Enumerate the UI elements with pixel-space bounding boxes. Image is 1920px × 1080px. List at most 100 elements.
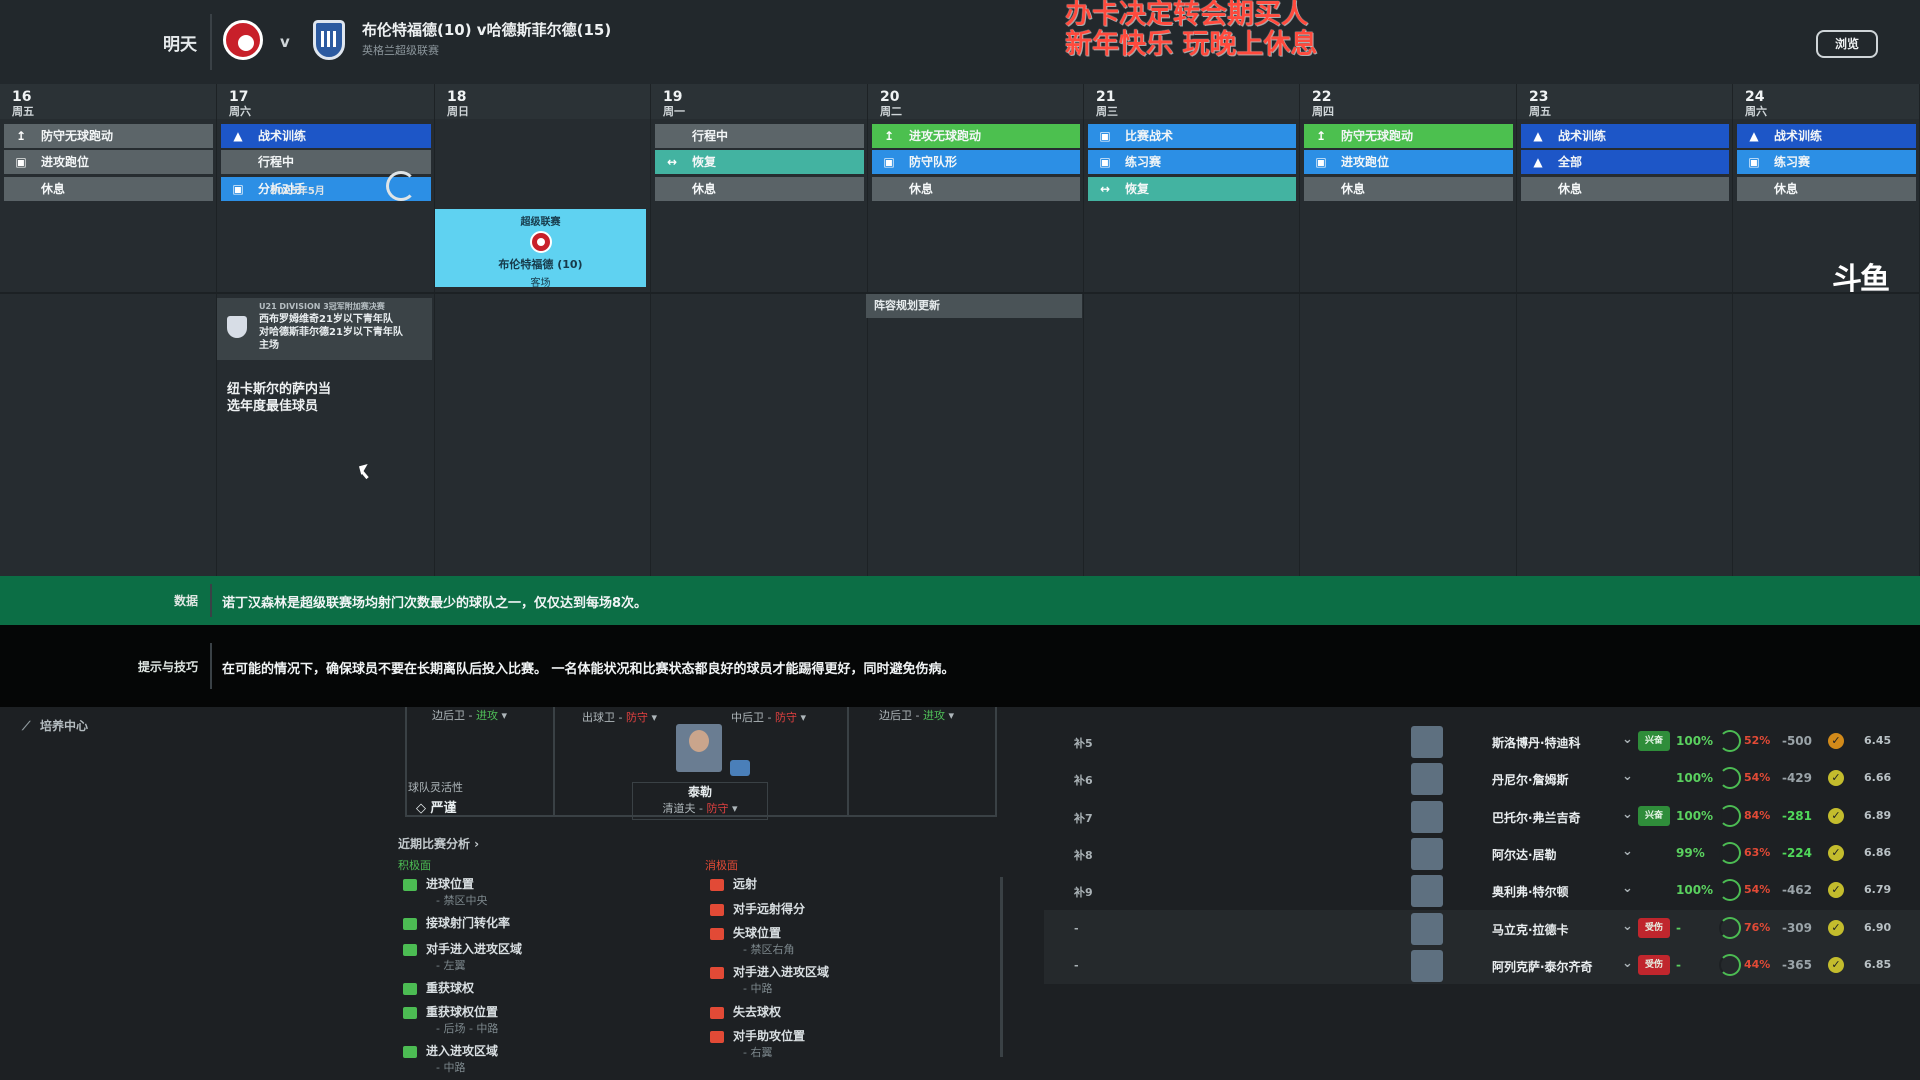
u21-event-card[interactable]: U21 DIVISION 3冠军附加赛决赛 西布罗姆维奇21岁以下青年队 对哈德… <box>217 298 432 360</box>
training-session[interactable]: 行程中 <box>655 124 864 148</box>
training-session[interactable]: ▣ 练习赛 <box>1737 150 1916 174</box>
chevron-down-icon[interactable]: ⌄ <box>1622 807 1633 822</box>
player-face[interactable] <box>1411 875 1443 907</box>
position-ball-playing-defender[interactable]: 出球卫 - 防守 ▾ <box>582 709 657 725</box>
training-session[interactable]: ↥ 防守无球跑动 <box>1304 124 1513 148</box>
session-type-icon: ↔ <box>1099 182 1111 196</box>
training-session[interactable]: ▣ 练习赛 <box>1088 150 1296 174</box>
negative-item[interactable]: 远射 <box>733 875 757 892</box>
position-left-back[interactable]: 边后卫 - 进攻 ▾ <box>432 707 507 723</box>
squad-row[interactable]: 补7 巴托尔·弗兰吉奇 ⌄ 兴奋 100% 84% -281 ✓ 6.89 <box>1044 798 1920 835</box>
positive-item[interactable]: 进球位置 - 禁区中央 <box>426 875 487 908</box>
news-item[interactable]: 纽卡斯尔的萨内当 选年度最佳球员 <box>227 381 331 415</box>
training-session[interactable]: ↥ 进攻无球跑动 <box>872 124 1080 148</box>
negative-item[interactable]: 失球位置 - 禁区右角 <box>733 924 794 957</box>
player-name: 泰勒 <box>687 785 712 799</box>
chevron-down-icon[interactable]: ⌄ <box>1622 956 1633 971</box>
player-name[interactable]: 阿尔达·居勒 <box>1492 846 1557 863</box>
calendar-day-24[interactable]: 24 周六 ▲ 战术训练 ▣ 练习赛 休息 <box>1733 84 1920 576</box>
browse-button[interactable]: 浏览 <box>1816 30 1878 58</box>
position-right-back[interactable]: 边后卫 - 进攻 ▾ <box>879 707 954 723</box>
thumbs-up-icon <box>403 1046 417 1058</box>
recent-match-analysis-link[interactable]: 近期比赛分析 › <box>398 835 479 852</box>
calendar-day-18[interactable]: 18 周日 <box>435 84 651 576</box>
calendar-day-22[interactable]: 22 周四 ↥ 防守无球跑动 ▣ 进攻跑位 休息 <box>1300 84 1517 576</box>
training-session[interactable]: ▣ 比赛战术 <box>1088 124 1296 148</box>
player-face[interactable] <box>1411 801 1443 833</box>
player-name[interactable]: 斯洛博丹·特迪科 <box>1492 734 1581 751</box>
training-session[interactable]: ▲ 全部 <box>1521 150 1729 174</box>
training-session[interactable]: ↔ 恢复 <box>1088 177 1296 201</box>
squad-plan-update[interactable]: 阵容规划更新 <box>866 294 1082 318</box>
training-session[interactable]: 休息 <box>1304 177 1513 201</box>
training-session[interactable]: ▣ 进攻跑位 <box>1304 150 1513 174</box>
training-session[interactable]: ↥ 防守无球跑动 <box>4 124 213 148</box>
player-name[interactable]: 阿列克萨·泰尔齐奇 <box>1492 958 1593 975</box>
player-face[interactable] <box>1411 950 1443 982</box>
training-session[interactable]: 休息 <box>872 177 1080 201</box>
training-session[interactable]: 休息 <box>655 177 864 201</box>
negative-item[interactable]: 对手进入进攻区域 - 中路 <box>733 963 829 996</box>
training-session[interactable]: ▲ 战术训练 <box>1521 124 1729 148</box>
training-session[interactable]: 休息 <box>1737 177 1916 201</box>
training-session[interactable]: ▲ 战术训练 <box>1737 124 1916 148</box>
squad-row[interactable]: - 马立克·拉德卡 ⌄ 受伤 -76% -309 ✓ 6.90 <box>1044 910 1920 947</box>
u21-event-line1: 西布罗姆维奇21岁以下青年队 <box>259 314 393 325</box>
development-centre-nav[interactable]: ⟋ 培养中心 <box>22 717 88 734</box>
squad-row[interactable]: 补6 丹尼尔·詹姆斯 ⌄ 100% 54% -429 ✓ 6.66 <box>1044 760 1920 797</box>
squad-row[interactable]: 补5 斯洛博丹·特迪科 ⌄ 兴奋 100% 52% -500 ✓ 6.45 <box>1044 723 1920 760</box>
training-session[interactable]: 休息 <box>1521 177 1729 201</box>
tactics-overview: ⟋ 培养中心 边后卫 - 进攻 ▾ 出球卫 - 防守 ▾ 中后卫 - 防守 ▾ 边… <box>0 707 1920 1080</box>
chevron-down-icon[interactable]: ⌄ <box>1622 919 1633 934</box>
training-session[interactable]: ▣ 防守队形 <box>872 150 1080 174</box>
match-sharpness-ring-icon <box>1719 879 1741 901</box>
huddersfield-crest-icon[interactable] <box>313 20 345 60</box>
position-centre-back[interactable]: 中后卫 - 防守 ▾ <box>731 709 806 725</box>
calendar-day-16[interactable]: 16 周五 ↥ 防守无球跑动 ▣ 进攻跑位 休息 <box>0 84 217 576</box>
player-name[interactable]: 马立克·拉德卡 <box>1492 921 1569 938</box>
calendar-day-21[interactable]: 21 周三 ▣ 比赛战术 ▣ 练习赛 ↔ 恢复 <box>1084 84 1300 576</box>
positive-item[interactable]: 接球射门转化率 <box>426 914 510 931</box>
positive-item[interactable]: 重获球权 <box>426 979 474 996</box>
player-name[interactable]: 奥利弗·特尔顿 <box>1492 883 1569 900</box>
chevron-down-icon[interactable]: ⌄ <box>1622 881 1633 896</box>
positive-item[interactable]: 对手进入进攻区域 - 左翼 <box>426 940 522 973</box>
training-session[interactable]: ↔ 恢复 <box>655 150 864 174</box>
negative-item[interactable]: 失去球权 <box>733 1003 781 1020</box>
squad-row[interactable]: 补9 奥利弗·特尔顿 ⌄ 100% 54% -462 ✓ 6.79 <box>1044 872 1920 909</box>
sweeper-slot[interactable]: 泰勒 清道夫 - 防守 ▾ <box>632 782 768 820</box>
training-session[interactable]: ▲ 战术训练 <box>221 124 431 148</box>
positive-item[interactable]: 进入进攻区域 - 中路 <box>426 1042 498 1075</box>
analysis-scrollbar[interactable] <box>1000 877 1003 1057</box>
player-value-change: -365 <box>1781 958 1812 972</box>
negative-item[interactable]: 对手助攻位置 - 右翼 <box>733 1027 805 1060</box>
player-face[interactable] <box>1411 838 1443 870</box>
training-session[interactable]: ▣ 进攻跑位 <box>4 150 213 174</box>
negative-item[interactable]: 对手远射得分 <box>733 900 805 917</box>
player-name[interactable]: 巴托尔·弗兰吉奇 <box>1492 809 1581 826</box>
data-tip-bar: 数据 诺丁汉森林是超级联赛场均射门次数最少的球队之一，仅仅达到每场8次。 <box>0 576 1920 625</box>
brentford-crest-icon[interactable] <box>223 20 263 60</box>
match-title[interactable]: 布伦特福德(10) v哈德斯菲尔德(15) <box>362 19 611 40</box>
positive-item[interactable]: 重获球权位置 - 后场 - 中路 <box>426 1003 498 1036</box>
player-face[interactable] <box>1411 763 1443 795</box>
chevron-down-icon[interactable]: ⌄ <box>1622 769 1633 784</box>
calendar-day-23[interactable]: 23 周五 ▲ 战术训练 ▲ 全部 休息 <box>1517 84 1733 576</box>
match-tile[interactable]: 超级联赛 布伦特福德 (10) 客场 <box>435 209 646 289</box>
player-name[interactable]: 丹尼尔·詹姆斯 <box>1492 771 1569 788</box>
player-portrait[interactable] <box>676 724 722 772</box>
training-session[interactable]: 休息 <box>4 177 213 201</box>
player-condition: 100% <box>1676 771 1714 785</box>
squad-row[interactable]: 补8 阿尔达·居勒 ⌄ 99% 63% -224 ✓ 6.86 <box>1044 835 1920 872</box>
player-face[interactable] <box>1411 726 1443 758</box>
squad-row[interactable]: - 阿列克萨·泰尔齐奇 ⌄ 受伤 -44% -365 ✓ 6.85 <box>1044 947 1920 984</box>
data-tip-divider <box>210 584 212 617</box>
competition-label[interactable]: 英格兰超级联赛 <box>362 42 439 58</box>
match-sharpness-ring-icon <box>1719 954 1741 976</box>
calendar-day-19[interactable]: 19 周一 行程中 ↔ 恢复 休息 <box>651 84 868 576</box>
chevron-down-icon[interactable]: ⌄ <box>1622 844 1633 859</box>
player-face[interactable] <box>1411 913 1443 945</box>
calendar-day-20[interactable]: 20 周二 ↥ 进攻无球跑动 ▣ 防守队形 休息 <box>868 84 1084 576</box>
squad-slot: 补6 <box>1074 774 1093 787</box>
chevron-down-icon[interactable]: ⌄ <box>1622 732 1633 747</box>
